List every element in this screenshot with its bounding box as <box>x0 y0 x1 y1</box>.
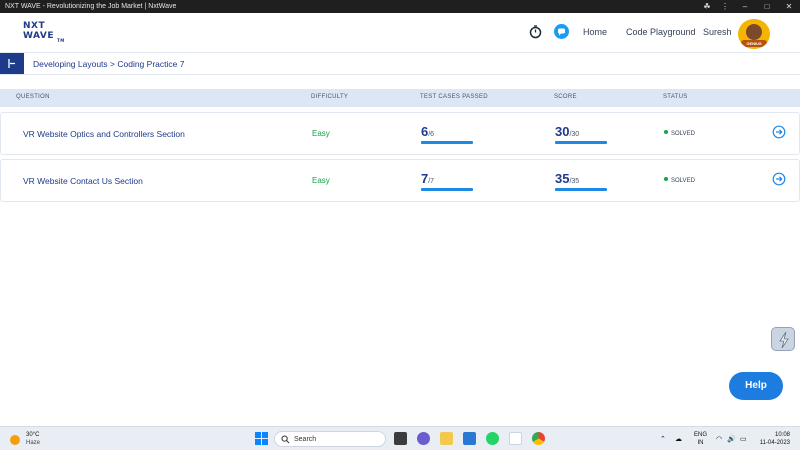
teams-icon[interactable] <box>417 432 430 445</box>
tc-total-value: /6 <box>428 131 435 138</box>
question-title[interactable]: VR Website Optics and Controllers Sectio… <box>23 129 185 139</box>
status-badge: SOLVED <box>664 130 695 137</box>
score-total-value: /30 <box>569 131 580 138</box>
logo-trademark: TM <box>57 38 65 43</box>
score-total-value: /35 <box>569 178 580 185</box>
column-status: STATUS <box>663 94 688 100</box>
table-row[interactable]: VR Website Contact Us Section Easy 7/7 3… <box>0 159 800 202</box>
avatar-badge: GENIUS <box>741 40 767 47</box>
difficulty-label: Easy <box>312 176 330 185</box>
weather-desc: Haze <box>26 440 41 446</box>
file-explorer-icon[interactable] <box>440 432 453 445</box>
status-text: SOLVED <box>671 131 695 137</box>
help-button[interactable]: Help <box>729 372 783 400</box>
status-badge: SOLVED <box>664 177 695 184</box>
cloud-icon[interactable]: ☁ <box>675 435 682 443</box>
test-cases-passed: 7/7 <box>421 170 434 188</box>
test-cases-progress-bar <box>421 141 473 144</box>
chrome-icon[interactable] <box>532 432 545 445</box>
score: 35/35 <box>555 170 579 188</box>
windows-start-icon[interactable] <box>255 432 268 445</box>
logo-line2-text: WAVE <box>23 31 54 41</box>
score-progress-bar <box>555 188 607 191</box>
maximize-icon[interactable]: □ <box>756 0 778 13</box>
nav-home-link[interactable]: Home <box>583 27 607 37</box>
lightning-widget-icon[interactable] <box>771 327 795 351</box>
breadcrumb-bar: Developing Layouts > Coding Practice 7 <box>0 53 800 75</box>
clock-time: 10:08 <box>774 432 790 438</box>
difficulty-label: Easy <box>312 129 330 138</box>
score-value: 30 <box>555 124 570 139</box>
minimize-icon[interactable]: – <box>734 0 756 13</box>
user-name[interactable]: Suresh <box>703 27 732 37</box>
search-icon <box>281 435 290 444</box>
column-score: SCORE <box>554 94 577 100</box>
weather-temp: 30°C <box>26 432 40 438</box>
whatsapp-icon[interactable] <box>486 432 499 445</box>
column-difficulty: DIFFICULTY <box>311 94 349 100</box>
extensions-icon[interactable]: ☘ <box>698 0 716 13</box>
lang-line2: IN <box>697 440 704 446</box>
score-progress-bar <box>555 141 607 144</box>
taskbar-search-input[interactable]: Search <box>274 431 386 447</box>
logo-line2: WAVE TM <box>23 31 67 43</box>
nav-code-playground-link[interactable]: Code Playground <box>626 27 696 37</box>
test-cases-progress-bar <box>421 188 473 191</box>
chevron-up-icon[interactable]: ⌃ <box>660 435 666 443</box>
store-icon[interactable] <box>463 432 476 445</box>
column-question: QUESTION <box>16 94 50 100</box>
window-title: NXT WAVE - Revolutionizing the Job Marke… <box>5 3 177 10</box>
tc-total-value: /7 <box>428 178 435 185</box>
arrow-right-circle-icon[interactable] <box>772 125 786 139</box>
status-text: SOLVED <box>671 178 695 184</box>
status-dot <box>664 130 668 134</box>
breadcrumb[interactable]: Developing Layouts > Coding Practice 7 <box>33 59 184 69</box>
volume-icon[interactable]: 🔊 <box>727 435 736 443</box>
close-icon[interactable]: ✕ <box>778 0 800 13</box>
score-value: 35 <box>555 171 570 186</box>
window-titlebar: NXT WAVE - Revolutionizing the Job Marke… <box>0 0 800 13</box>
avatar-face <box>746 24 762 40</box>
battery-icon[interactable]: ▭ <box>740 435 747 443</box>
task-view-icon[interactable] <box>394 432 407 445</box>
window-controls: ☘ ⋮ – □ ✕ <box>698 0 800 13</box>
avatar[interactable]: GENIUS <box>738 19 770 49</box>
clock-date: 11-04-2023 <box>759 440 790 446</box>
question-title[interactable]: VR Website Contact Us Section <box>23 176 143 186</box>
column-test-cases: TEST CASES PASSED <box>420 94 488 100</box>
more-menu-icon[interactable]: ⋮ <box>716 0 734 13</box>
status-dot <box>664 177 668 181</box>
arrow-right-circle-icon[interactable] <box>772 172 786 186</box>
sidebar-toggle-button[interactable] <box>0 53 24 74</box>
score: 30/30 <box>555 123 579 141</box>
app-header: NXT WAVE TM Home Code Playground Suresh G… <box>0 13 800 53</box>
weather-sun-icon <box>10 435 20 445</box>
nxtwave-app-icon[interactable] <box>509 432 522 445</box>
clock[interactable]: 10:08 11-04-2023 <box>756 431 790 447</box>
table-header: QUESTION DIFFICULTY TEST CASES PASSED SC… <box>0 89 800 107</box>
chat-icon[interactable] <box>554 24 569 39</box>
wifi-icon[interactable]: ◠ <box>716 435 722 443</box>
lang-line1: ENG <box>694 432 708 438</box>
search-label: Search <box>294 436 317 443</box>
nxtwave-logo[interactable]: NXT WAVE TM <box>23 21 67 47</box>
test-cases-passed: 6/6 <box>421 123 434 141</box>
table-row[interactable]: VR Website Optics and Controllers Sectio… <box>0 112 800 155</box>
taskbar: 30°C Haze Search ⌃ ☁ ENG IN ◠ 🔊 ▭ 10:08 … <box>0 426 800 450</box>
logo-line1: NXT <box>23 21 46 31</box>
timer-icon[interactable] <box>528 24 543 39</box>
language-indicator[interactable]: ENG IN <box>694 431 707 447</box>
